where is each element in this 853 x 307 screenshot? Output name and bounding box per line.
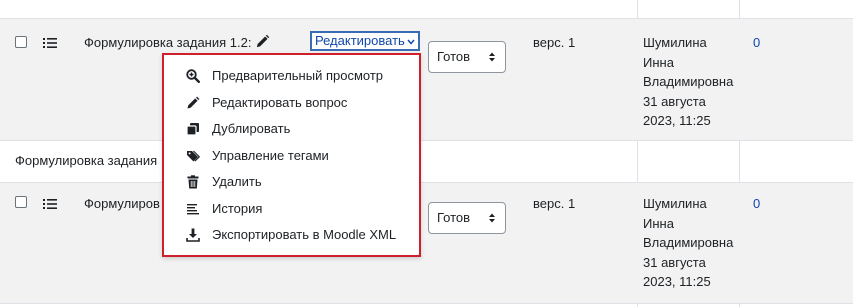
- menu-item-label: Дублировать: [212, 121, 291, 136]
- modified-time: 2023, 11:25: [643, 274, 711, 289]
- column-separator: [739, 303, 740, 307]
- question-name: Формулиров: [84, 196, 160, 211]
- trash-icon: [187, 175, 199, 189]
- modified-date: 31 августа: [643, 93, 706, 109]
- menu-item-label: История: [212, 200, 263, 216]
- table-divider: [0, 140, 853, 141]
- edit-menu-label: Редактировать: [315, 33, 405, 48]
- author-patronymic: Владимировна: [643, 235, 734, 250]
- column-separator: [637, 303, 638, 307]
- question-version: верс. 1: [533, 35, 576, 50]
- usage-count-link[interactable]: 0: [753, 196, 760, 211]
- menu-item-delete[interactable]: Удалить: [164, 169, 419, 195]
- section-heading: Формулировка задания: [15, 153, 158, 168]
- tags-icon: [187, 150, 200, 161]
- menu-item-duplicate[interactable]: Дублировать: [164, 116, 419, 142]
- status-select-value: Готов: [437, 49, 471, 64]
- edit-menu-toggle[interactable]: Редактировать: [310, 31, 420, 51]
- menu-item-label: Предварительный просмотр: [212, 68, 384, 83]
- menu-item-export-xml[interactable]: Экспортировать в Moodle XML: [164, 222, 419, 248]
- edit-dropdown-menu: Предварительный просмотр Редактировать в…: [162, 53, 421, 257]
- copy-icon: [186, 123, 199, 136]
- author-patronymic: Владимировна: [643, 74, 734, 89]
- question-version: верс. 1: [533, 196, 576, 211]
- select-arrows-icon: [489, 52, 495, 62]
- row-select-checkbox[interactable]: [15, 196, 27, 208]
- select-arrows-icon: [489, 213, 495, 223]
- download-icon: [186, 228, 200, 242]
- question-author: Шумилина Инна Владимировна 31 августа 20…: [643, 33, 743, 131]
- menu-item-preview[interactable]: Предварительный просмотр: [164, 63, 419, 89]
- menu-item-label: Удалить: [212, 174, 262, 189]
- status-select[interactable]: Готов: [428, 41, 506, 73]
- author-firstname: Инна: [643, 215, 674, 231]
- drag-handle-icon[interactable]: [43, 198, 57, 210]
- row-select-checkbox[interactable]: [15, 36, 27, 48]
- pencil-icon: [187, 96, 200, 108]
- menu-item-history[interactable]: История: [164, 196, 419, 222]
- usage-count-link[interactable]: 0: [753, 35, 760, 50]
- column-separator: [739, 140, 740, 182]
- question-author: Шумилина Инна Владимировна 31 августа 20…: [643, 194, 743, 292]
- drag-handle-icon[interactable]: [43, 37, 57, 49]
- modified-date: 31 августа: [643, 254, 706, 270]
- menu-item-edit-question[interactable]: Редактировать вопрос: [164, 90, 419, 116]
- column-separator: [637, 0, 638, 18]
- search-plus-icon: [186, 69, 200, 83]
- modified-time: 2023, 11:25: [643, 113, 711, 128]
- column-separator: [739, 0, 740, 18]
- menu-item-label: Управление тегами: [212, 147, 329, 163]
- menu-item-manage-tags[interactable]: Управление тегами: [164, 143, 419, 169]
- author-surname: Шумилина: [643, 196, 707, 211]
- status-select[interactable]: Готов: [428, 202, 506, 234]
- author-firstname: Инна: [643, 54, 674, 70]
- question-name: Формулировка задания 1.2:: [84, 35, 252, 50]
- menu-item-label: Редактировать вопрос: [212, 94, 348, 110]
- chevron-down-icon: [407, 39, 415, 45]
- status-select-value: Готов: [437, 210, 471, 225]
- column-separator: [637, 140, 638, 182]
- history-list-icon: [187, 203, 199, 214]
- edit-name-pencil-icon[interactable]: [255, 34, 270, 49]
- author-surname: Шумилина: [643, 35, 707, 50]
- menu-item-label: Экспортировать в Moodle XML: [212, 227, 397, 242]
- table-divider: [0, 303, 853, 304]
